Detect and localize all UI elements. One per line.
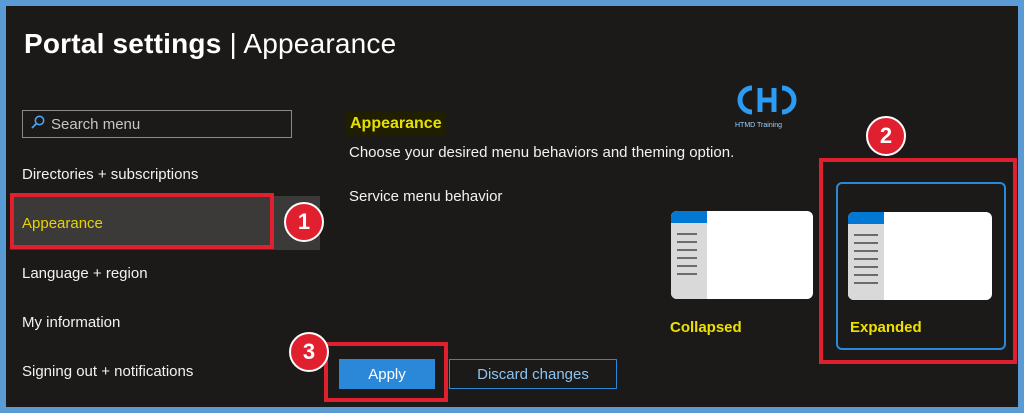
annotation-badge-1: 1	[284, 202, 324, 242]
title-portal-settings: Portal settings	[24, 28, 222, 59]
preview-line	[677, 233, 697, 235]
watermark-text: HTMD Training	[735, 122, 783, 129]
collapsed-preview-header	[671, 211, 707, 223]
option-collapsed-label[interactable]: Collapsed	[670, 319, 742, 336]
title-appearance: Appearance	[243, 28, 397, 59]
preview-line	[677, 265, 697, 267]
sidebar-item-directories[interactable]: Directories + subscriptions	[22, 159, 198, 189]
service-menu-behavior-label: Service menu behavior	[349, 188, 503, 205]
preview-line	[854, 258, 878, 260]
sidebar-item-label: My information	[22, 313, 121, 331]
expanded-preview-menu	[848, 212, 884, 300]
option-expanded-label[interactable]: Expanded	[850, 319, 922, 336]
search-icon	[31, 115, 51, 133]
sidebar-item-my-information[interactable]: My information	[22, 307, 120, 337]
sidebar-item-label: Appearance	[22, 214, 103, 232]
option-collapsed-card[interactable]	[671, 211, 813, 299]
sidebar-item-label: Language + region	[22, 264, 148, 282]
apply-button[interactable]: Apply	[339, 359, 435, 389]
preview-line	[854, 274, 878, 276]
section-title: Appearance	[346, 112, 446, 136]
preview-line	[854, 234, 878, 236]
sidebar-item-label: Directories + subscriptions	[22, 165, 199, 183]
preview-line	[854, 282, 878, 284]
sidebar-item-signing-out[interactable]: Signing out + notifications	[22, 356, 193, 386]
preview-line	[677, 257, 697, 259]
preview-line	[854, 250, 878, 252]
discard-changes-button[interactable]: Discard changes	[449, 359, 617, 389]
sidebar-item-appearance[interactable]: Appearance	[10, 196, 320, 250]
page-title: Portal settings | Appearance	[24, 28, 396, 60]
search-input[interactable]: Search menu	[22, 110, 292, 138]
title-separator: |	[229, 28, 237, 59]
option-expanded-card[interactable]	[848, 212, 992, 300]
collapsed-preview-menu	[671, 211, 707, 299]
preview-line	[677, 249, 697, 251]
sidebar-item-language[interactable]: Language + region	[22, 258, 148, 288]
preview-line	[677, 273, 697, 275]
annotation-badge-2: 2	[866, 116, 906, 156]
portal-settings-window: Portal settings | Appearance Search menu…	[6, 6, 1018, 407]
expanded-preview-header	[848, 212, 884, 224]
annotation-badge-3: 3	[289, 332, 329, 372]
preview-line	[854, 266, 878, 268]
sidebar-item-label: Signing out + notifications	[22, 362, 194, 380]
search-placeholder: Search menu	[51, 115, 141, 133]
preview-line	[677, 241, 697, 243]
preview-line	[854, 242, 878, 244]
section-description: Choose your desired menu behaviors and t…	[349, 144, 735, 161]
